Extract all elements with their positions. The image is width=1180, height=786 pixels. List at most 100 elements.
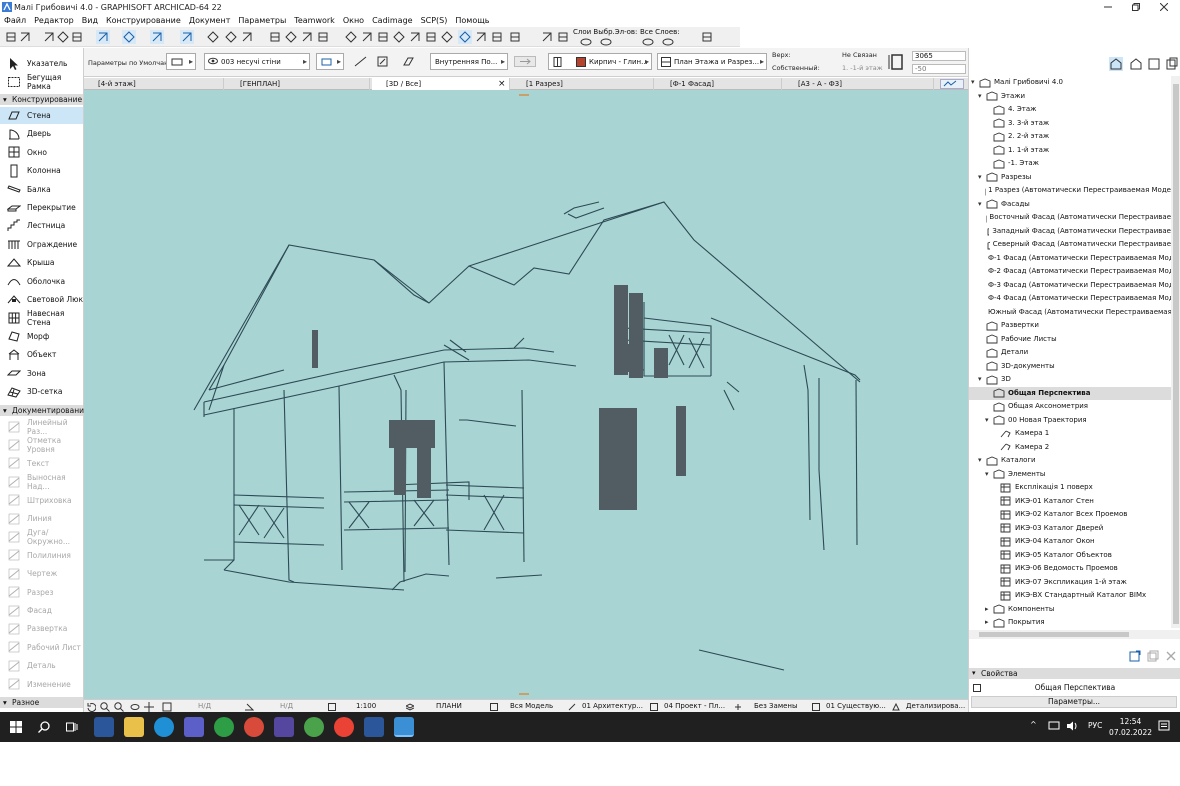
search-icon[interactable] xyxy=(38,721,50,733)
lock-icon[interactable] xyxy=(662,38,674,46)
menu-design[interactable]: Конструирование xyxy=(102,16,185,25)
dimension-standard-icon[interactable] xyxy=(650,703,658,711)
renovation-icon[interactable] xyxy=(812,703,820,711)
guide-lines-icon[interactable] xyxy=(122,30,136,44)
lock-icon[interactable] xyxy=(268,30,282,44)
pick-up-parameters-icon[interactable] xyxy=(42,30,56,44)
tree-item[interactable]: ▸ Покрытия xyxy=(985,616,1171,628)
tree-item[interactable]: ▾ 00 Новая Траектория xyxy=(985,414,1171,427)
tree-item[interactable]: Ф-4 Фасад (Автоматически Перестраиваемая… xyxy=(985,292,1171,305)
fit-icon[interactable] xyxy=(162,702,172,712)
unlock-icon[interactable] xyxy=(284,30,298,44)
structure-combo[interactable]: Внутренняя По... xyxy=(430,53,508,70)
elevation-marker-icon[interactable] xyxy=(490,30,504,44)
menu-file[interactable]: Файл xyxy=(0,16,30,25)
tree-item[interactable]: ИКЭ-ВХ Стандартный Каталог BIMx xyxy=(992,589,1171,602)
tool-marquee[interactable]: Бегущая Рамка xyxy=(0,73,83,91)
tool-stair[interactable]: Лестница xyxy=(0,217,83,234)
language-indicator[interactable]: РУС xyxy=(1088,721,1102,730)
tool-line[interactable]: Линия xyxy=(0,510,83,527)
tree-horizontal-scrollbar[interactable] xyxy=(969,630,1180,639)
properties-collapse-icon[interactable]: ▾ xyxy=(972,668,976,679)
tab-section-1[interactable]: [1 Разрез] xyxy=(512,78,654,90)
tool-column[interactable]: Колонна xyxy=(0,162,83,179)
layer-combo[interactable]: 003 несучі стіни xyxy=(204,53,310,70)
menu-view[interactable]: Вид xyxy=(78,16,102,25)
suspend-groups-icon[interactable] xyxy=(240,30,254,44)
geometry-method-combo[interactable] xyxy=(316,53,344,70)
tree-scroll-thumb[interactable] xyxy=(1173,84,1179,624)
link-button-icon[interactable] xyxy=(514,56,536,69)
offset-field[interactable]: -50 xyxy=(912,64,966,74)
tab-4th-floor[interactable]: [4-й этаж] xyxy=(84,78,224,90)
model-view-icon[interactable] xyxy=(490,703,498,711)
tree-item[interactable]: Ф-2 Фасад (Автоматически Перестраиваемая… xyxy=(985,265,1171,278)
menu-edit[interactable]: Редактор xyxy=(30,16,78,25)
section-design-header[interactable]: Конструирование xyxy=(0,94,83,105)
tree-item[interactable]: 1 Разрез (Автоматически Перестраиваемая … xyxy=(985,184,1171,197)
offset-icon[interactable] xyxy=(408,30,422,44)
tab-site-plan[interactable]: [ГЕНПЛАН] xyxy=(226,78,370,90)
tree-toggle-icon[interactable]: ▾ xyxy=(985,468,993,481)
delete-view-icon[interactable] xyxy=(1165,650,1177,662)
grid-snap-icon[interactable] xyxy=(96,30,110,44)
taskbar-app-6[interactable] xyxy=(244,717,264,737)
word-icon[interactable] xyxy=(364,717,384,737)
network-icon[interactable] xyxy=(1048,721,1060,731)
floor-plan-display-combo[interactable]: План Этажа и Разрез... xyxy=(657,53,767,70)
redo-rebuild-icon[interactable] xyxy=(700,30,714,44)
tree-toggle-icon[interactable]: ▸ xyxy=(985,603,993,616)
tree-item[interactable]: ▾ 3D xyxy=(978,373,1171,386)
tool-worksheet[interactable]: Рабочий Лист xyxy=(0,639,83,656)
menu-window[interactable]: Окно xyxy=(339,16,368,25)
pen-set-icon[interactable] xyxy=(568,703,576,711)
show-hide-icon[interactable] xyxy=(224,30,238,44)
tray-up-icon[interactable]: ^ xyxy=(1030,720,1037,729)
parameters-button[interactable]: Параметры... xyxy=(971,696,1177,708)
tree-item[interactable]: ИКЭ-05 Каталог Объектов xyxy=(992,549,1171,562)
tool-drawing[interactable]: Чертеж xyxy=(0,565,83,582)
layer-combo-icon[interactable] xyxy=(406,703,414,711)
trace-icon[interactable] xyxy=(206,30,220,44)
tree-hscroll-thumb[interactable] xyxy=(979,632,1129,637)
tree-toggle-icon[interactable]: ▸ xyxy=(985,616,993,628)
tree-item[interactable]: Общая Аксонометрия xyxy=(985,400,1171,413)
tree-toggle-icon[interactable]: ▾ xyxy=(978,373,986,386)
chrome-icon[interactable] xyxy=(334,717,354,737)
tool-section[interactable]: Разрез xyxy=(0,584,83,601)
notifications-icon[interactable] xyxy=(1158,720,1170,732)
redo-icon[interactable] xyxy=(18,30,32,44)
project-map-icon[interactable] xyxy=(1109,57,1123,71)
tool-object[interactable]: Объект xyxy=(0,346,83,363)
new-view-icon[interactable] xyxy=(1129,650,1141,662)
taskbar-app-8[interactable] xyxy=(304,717,324,737)
floor-plan-3d-icon[interactable] xyxy=(458,30,472,44)
menu-teamwork[interactable]: Teamwork xyxy=(290,16,339,25)
tree-item[interactable]: ▾ Разрезы xyxy=(978,171,1171,184)
tool-roof[interactable]: Крыша xyxy=(0,254,83,271)
zoom-in-icon[interactable] xyxy=(100,702,110,712)
geometry-combo[interactable] xyxy=(166,53,196,70)
menu-document[interactable]: Документ xyxy=(185,16,235,25)
minimize-button[interactable] xyxy=(1094,0,1122,14)
tree-item[interactable]: Камера 2 xyxy=(992,441,1171,454)
publisher-icon[interactable] xyxy=(1165,57,1179,71)
undo-zoom-icon[interactable] xyxy=(86,702,96,712)
tree-item[interactable]: ИКЭ-02 Каталог Всех Проемов xyxy=(992,508,1171,521)
section-marker-icon[interactable] xyxy=(474,30,488,44)
teams-icon[interactable] xyxy=(184,717,204,737)
file-explorer-icon[interactable] xyxy=(124,717,144,737)
archicad-taskbar-icon[interactable] xyxy=(394,717,414,737)
tab-3d-all[interactable]: [3D / Все] xyxy=(372,78,510,90)
tree-toggle-icon[interactable]: ▾ xyxy=(985,414,993,427)
tree-item[interactable]: Западный Фасад (Автоматически Перестраив… xyxy=(985,225,1171,238)
section-misc-header[interactable]: Разное xyxy=(0,697,83,708)
tree-toggle-icon[interactable]: ▾ xyxy=(971,76,979,89)
tab-elevation-f1[interactable]: [Ф-1 Фасад] xyxy=(656,78,782,90)
3d-view-canvas[interactable] xyxy=(84,90,968,699)
tree-item[interactable]: ИКЭ-04 Каталог Окон xyxy=(992,535,1171,548)
taskbar-app-1[interactable] xyxy=(94,717,114,737)
snap-guides-icon[interactable] xyxy=(150,30,164,44)
trim-icon[interactable] xyxy=(360,30,374,44)
taskbar-app-7[interactable] xyxy=(274,717,294,737)
